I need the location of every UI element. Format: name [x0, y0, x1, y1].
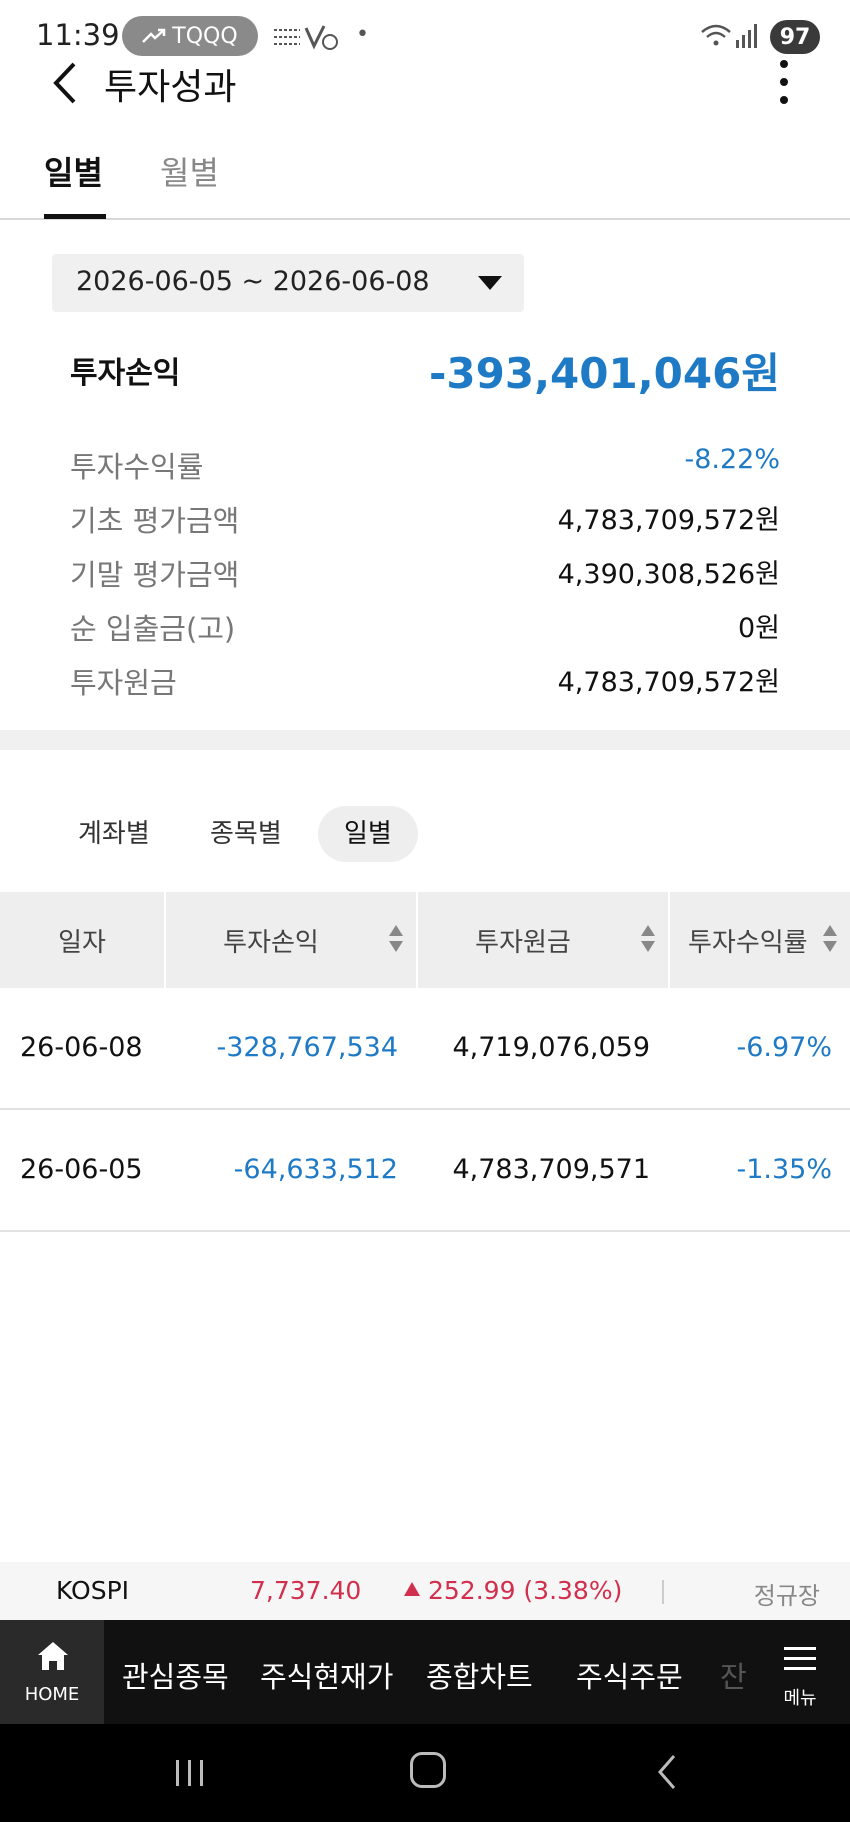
system-back-icon[interactable] — [654, 1752, 680, 1792]
date-range-select[interactable]: 2026-06-05 ~ 2026-06-08 — [52, 254, 524, 312]
nav-watchlist[interactable]: 관심종목 — [122, 1654, 229, 1696]
nav-chart[interactable]: 종합차트 — [426, 1654, 533, 1696]
summary-row-net-deposit: 순 입출금(고) 0원 — [70, 606, 780, 650]
page-title: 투자성과 — [104, 67, 237, 108]
status-dot: • — [356, 22, 369, 47]
subtab-by-account[interactable]: 계좌별 — [78, 806, 150, 862]
table-row[interactable]: 26-06-08 -328,767,534 4,719,076,059 -6.9… — [0, 988, 850, 1110]
home-icon — [38, 1642, 68, 1670]
index-ticker-bar[interactable]: KOSPI 7,737.40 252.99 (3.38%) 정규장 — [0, 1562, 850, 1620]
nav-order[interactable]: 주식주문 — [576, 1654, 683, 1696]
nav-balance-partial[interactable]: 잔 — [720, 1654, 747, 1696]
summary-row-label: 투자수익률 — [70, 450, 204, 484]
summary-row-label: 기초 평가금액 — [70, 504, 240, 538]
caret-down-icon — [478, 276, 502, 290]
home-button[interactable]: HOME — [0, 1620, 104, 1724]
cell-principal: 4,719,076,059 — [452, 1032, 650, 1063]
cell-principal: 4,783,709,571 — [452, 1154, 650, 1185]
column-header-principal-label: 투자원금 — [475, 927, 571, 958]
column-header-return-rate-label: 투자수익률 — [688, 927, 808, 958]
summary-row-value: 0원 — [737, 613, 780, 644]
home-label: HOME — [24, 1684, 80, 1705]
ticker-index-value: 7,737.40 — [250, 1576, 362, 1605]
summary-title: 투자손익 — [70, 356, 181, 391]
column-header-principal[interactable]: 투자원금 — [418, 892, 668, 988]
summary-row-start-value: 기초 평가금액 4,783,709,572원 — [70, 498, 780, 542]
summary-row-end-value: 기말 평가금액 4,390,308,526원 — [70, 552, 780, 596]
summary-row-value: -8.22% — [684, 444, 780, 475]
summary-row-principal: 투자원금 4,783,709,572원 — [70, 660, 780, 704]
subtab-by-day[interactable]: 일별 — [318, 806, 418, 862]
period-tabs: 일별 월별 — [0, 130, 850, 220]
tab-monthly[interactable]: 월별 — [160, 148, 219, 194]
summary-row-label: 기말 평가금액 — [70, 558, 240, 592]
ticker-index-change: 252.99 (3.38%) — [428, 1576, 623, 1605]
ticker-chip-label: TQQQ — [172, 23, 238, 49]
trend-up-icon — [142, 28, 166, 43]
triangle-up-icon — [404, 1582, 420, 1596]
table-header: 일자 투자손익 투자원금 투자수익률 — [0, 892, 850, 988]
cell-date: 26-06-08 — [20, 1032, 143, 1063]
section-divider — [0, 730, 850, 750]
subtab-by-stock[interactable]: 종목별 — [210, 806, 282, 862]
column-header-pnl-label: 투자손익 — [223, 927, 319, 958]
summary-row-return-rate: 투자수익률 -8.22% — [70, 444, 780, 488]
cell-pnl: -328,767,534 — [216, 1032, 398, 1063]
summary-row-label: 투자원금 — [70, 666, 177, 700]
wifi-signal-icon — [701, 24, 757, 48]
date-range-text: 2026-06-05 ~ 2026-06-08 — [76, 266, 430, 297]
ticker-session: 정규장 — [753, 1582, 820, 1610]
summary-total: -393,401,046원 — [429, 349, 780, 398]
system-navigation-bar — [0, 1724, 850, 1822]
summary-row-value: 4,390,308,526원 — [557, 559, 780, 590]
menu-button[interactable]: 메뉴 — [760, 1620, 850, 1724]
system-home-icon[interactable] — [410, 1752, 446, 1788]
cell-pnl: -64,633,512 — [233, 1154, 398, 1185]
back-arrow-icon[interactable] — [46, 58, 86, 108]
nav-current-price[interactable]: 주식현재가 — [260, 1654, 393, 1696]
summary-row-value: 4,783,709,572원 — [557, 505, 780, 536]
sort-icon[interactable] — [822, 925, 838, 955]
app-header: 투자성과 — [0, 48, 850, 118]
column-header-pnl[interactable]: 투자손익 — [166, 892, 416, 988]
ticker-index-name: KOSPI — [56, 1576, 130, 1605]
status-time: 11:39 — [36, 18, 120, 52]
sort-icon[interactable] — [640, 925, 656, 955]
ticker-separator — [662, 1580, 664, 1604]
column-header-date: 일자 — [58, 927, 106, 958]
bottom-navigation: HOME 관심종목 주식현재가 종합차트 주식주문 잔 메뉴 — [0, 1620, 850, 1724]
summary-row-value: 4,783,709,572원 — [557, 667, 780, 698]
recent-apps-icon[interactable] — [172, 1758, 208, 1788]
menu-label: 메뉴 — [783, 1688, 817, 1709]
more-options-icon[interactable] — [772, 54, 796, 110]
summary-row-label: 순 입출금(고) — [70, 612, 236, 646]
hamburger-menu-icon — [784, 1647, 816, 1670]
cell-rate: -1.35% — [736, 1154, 832, 1185]
cell-date: 26-06-05 — [20, 1154, 143, 1185]
active-tab-underline — [44, 214, 106, 219]
sort-icon[interactable] — [388, 925, 404, 955]
table-row[interactable]: 26-06-05 -64,633,512 4,783,709,571 -1.35… — [0, 1110, 850, 1232]
cell-rate: -6.97% — [736, 1032, 832, 1063]
tab-daily[interactable]: 일별 — [44, 148, 103, 194]
